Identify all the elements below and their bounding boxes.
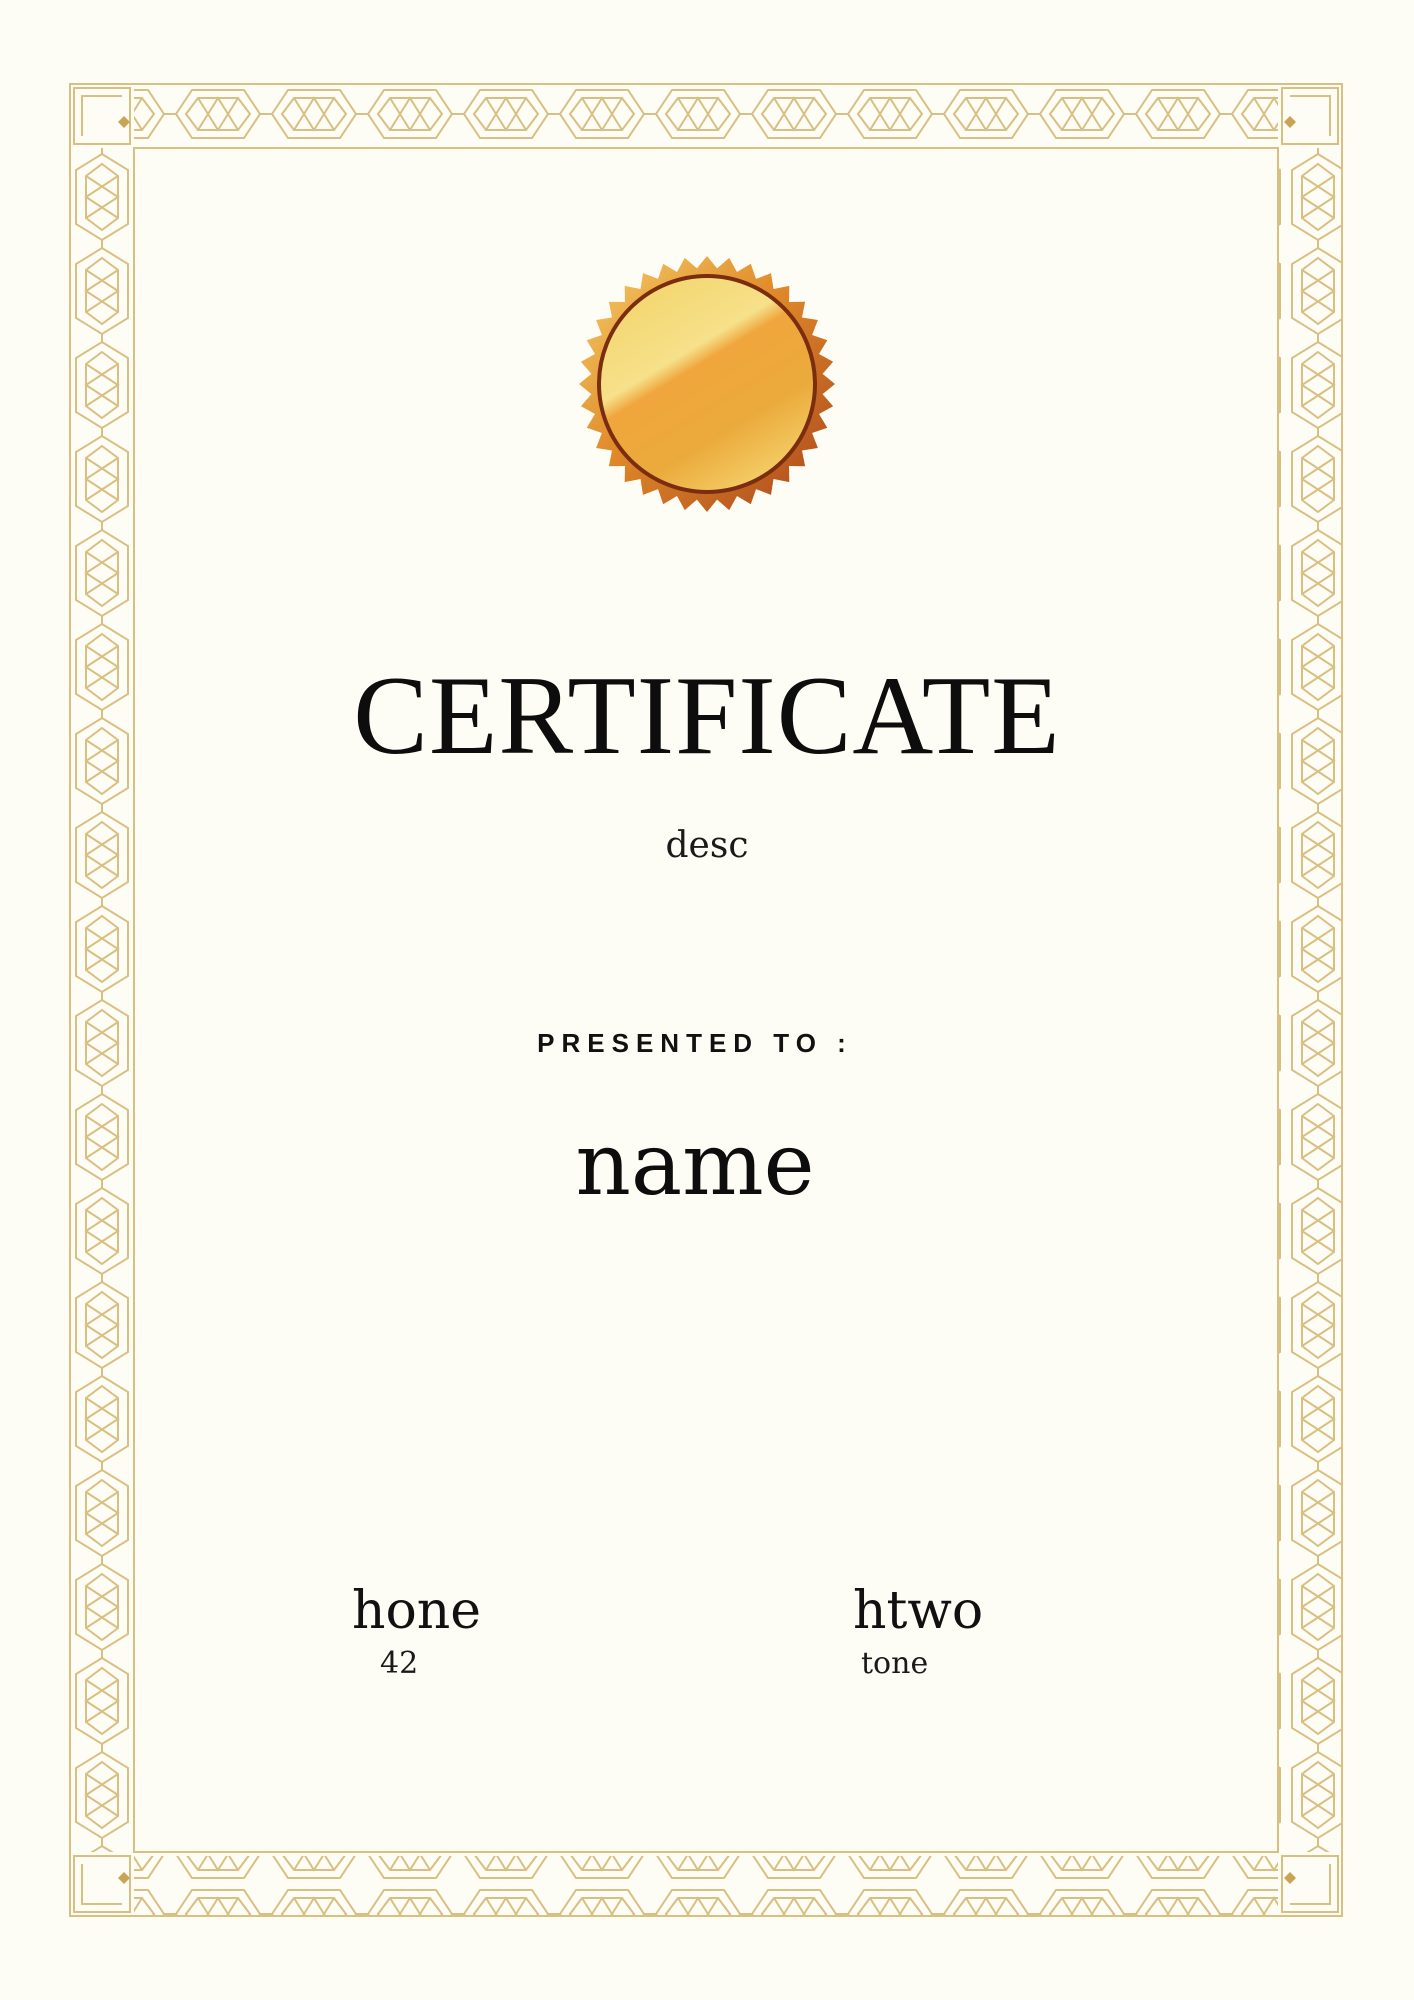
signature-left-heading: hone [352, 1581, 482, 1641]
signature-right-subtext: tone [861, 1646, 929, 1681]
certificate-title: CERTIFICATE [353, 654, 1061, 778]
presented-to-label: PRESENTED TO : [537, 1028, 853, 1058]
signature-block-left: hone 42 [352, 1578, 481, 1684]
recipient-name: name [575, 1115, 815, 1215]
signature-left-subtext: 42 [380, 1646, 419, 1681]
signature-block-right: htwo tone [853, 1578, 983, 1684]
signature-right-heading: htwo [853, 1581, 984, 1641]
certificate-description: desc [665, 825, 749, 866]
gold-seal-icon [579, 256, 835, 512]
